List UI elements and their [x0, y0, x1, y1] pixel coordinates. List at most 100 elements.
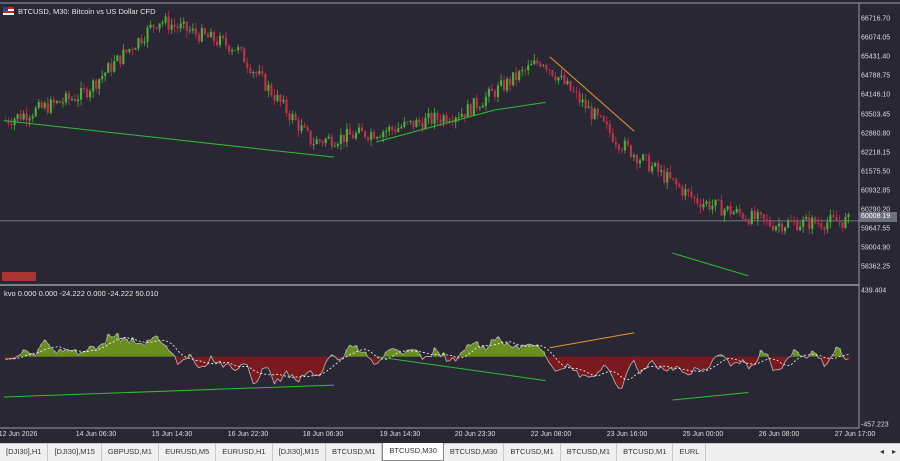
oscillator-bar: [584, 357, 587, 376]
candle-body: [533, 61, 535, 65]
candle-body: [98, 79, 100, 89]
chart-tab[interactable]: [DJI30],M15: [273, 444, 326, 461]
candle-body: [684, 189, 686, 195]
candle-body: [838, 221, 840, 222]
oscillator-bar: [496, 337, 499, 357]
chart-tabs-bar: [DJI30],H1[DJI30],M15GBPUSD,M1EURUSD,M5E…: [0, 443, 900, 461]
candle-body: [666, 172, 668, 182]
candle-body: [26, 114, 28, 121]
oscillator-bar: [312, 357, 315, 376]
candle-body: [412, 121, 414, 127]
oscillator-bar: [261, 357, 264, 369]
oscillator-bar: [503, 346, 506, 357]
chart-tab[interactable]: GBPUSD,M1: [102, 444, 159, 461]
candle-body: [134, 48, 136, 50]
candle-body: [110, 63, 112, 71]
candle-body: [74, 99, 76, 101]
candle-body: [778, 224, 780, 227]
candle-body: [730, 206, 732, 214]
chart-tab[interactable]: BTCUSD,M1: [561, 444, 617, 461]
oscillator-bar: [493, 340, 496, 356]
chart-tab[interactable]: BTCUSD,M1: [617, 444, 673, 461]
candle-body: [808, 217, 810, 229]
candle-body: [83, 88, 85, 89]
oscillator-bar: [587, 357, 590, 378]
candle-body: [530, 64, 532, 65]
oscillator-bar: [246, 357, 249, 365]
oscillator-bar: [315, 357, 318, 375]
candle-body: [213, 32, 215, 42]
tabs-scroll-left-icon[interactable]: ◂: [877, 444, 887, 459]
chart-tab[interactable]: BTCUSD,M1: [504, 444, 560, 461]
oscillator-bar: [651, 357, 654, 361]
candle-body: [285, 100, 287, 113]
candle-body: [518, 71, 520, 80]
candle-body: [524, 70, 526, 71]
time-tick: 16 Jun 22:30: [228, 431, 268, 438]
oscillator-bar: [705, 357, 708, 370]
candle-body: [745, 219, 747, 220]
candle-body: [727, 206, 729, 209]
candle-body: [92, 80, 94, 91]
oscillator-bar: [693, 357, 696, 368]
chart-tab[interactable]: EURUSD,H1: [216, 444, 272, 461]
candle-body: [291, 114, 293, 120]
candle-body: [146, 28, 148, 42]
oscillator-bar: [699, 357, 702, 371]
oscillator-bar: [351, 347, 354, 357]
chart-tab[interactable]: [DJI30],H1: [0, 444, 48, 461]
candle-body: [594, 109, 596, 119]
candle-body: [282, 100, 284, 102]
chart-tab[interactable]: BTCUSD,M30: [382, 443, 444, 461]
candle-body: [678, 184, 680, 186]
candle-body: [183, 22, 185, 24]
oscillator-bar: [279, 357, 282, 382]
candle-body: [328, 137, 330, 139]
candle-body: [772, 226, 774, 230]
candle-body: [171, 25, 173, 30]
candle-body: [654, 163, 656, 166]
candle-body: [379, 137, 381, 138]
chart-tab[interactable]: BTCUSD,M30: [444, 444, 505, 461]
oscillator-bar: [642, 357, 645, 370]
candle-body: [195, 29, 197, 35]
oscillator-bar: [617, 357, 620, 389]
oscillator-bar: [143, 346, 146, 357]
chart-tab[interactable]: EURL: [673, 444, 706, 461]
price-tick: 65431.40: [861, 54, 890, 61]
candle-body: [427, 113, 429, 118]
candle-body: [645, 155, 647, 156]
oscillator-bar: [83, 352, 86, 357]
candle-body: [618, 145, 620, 150]
oscillator-bar: [234, 357, 237, 371]
candle-body: [506, 79, 508, 91]
candle-body: [527, 65, 529, 70]
candle-body: [548, 70, 550, 71]
chart-tab[interactable]: [DJI30],M15: [48, 444, 101, 461]
tabs-scroll-right-icon[interactable]: ▸: [889, 444, 899, 459]
trade-badge: [2, 272, 36, 281]
candle-body: [515, 72, 517, 80]
candle-body: [137, 38, 139, 48]
candle-body: [89, 91, 91, 97]
candle-body: [394, 129, 396, 131]
candle-body: [557, 77, 559, 80]
oscillator-bar: [321, 357, 324, 371]
chart-canvas[interactable]: [0, 0, 900, 460]
chart-tab[interactable]: EURUSD,M5: [159, 444, 216, 461]
candle-body: [273, 95, 275, 100]
chart-tab[interactable]: BTCUSD,M1: [326, 444, 382, 461]
candle-body: [588, 107, 590, 108]
time-tick: 12 Jun 2026: [0, 431, 37, 438]
oscillator-bar: [684, 357, 687, 373]
candle-body: [742, 213, 744, 219]
candle-body: [228, 46, 230, 52]
oscillator-bar: [548, 357, 551, 363]
oscillator-bar: [122, 338, 125, 357]
oscillator-bar: [155, 336, 158, 357]
candle-body: [832, 215, 834, 217]
candle-body: [675, 179, 677, 184]
candle-body: [370, 132, 372, 140]
candle-body: [349, 129, 351, 135]
candle-body: [32, 116, 34, 118]
